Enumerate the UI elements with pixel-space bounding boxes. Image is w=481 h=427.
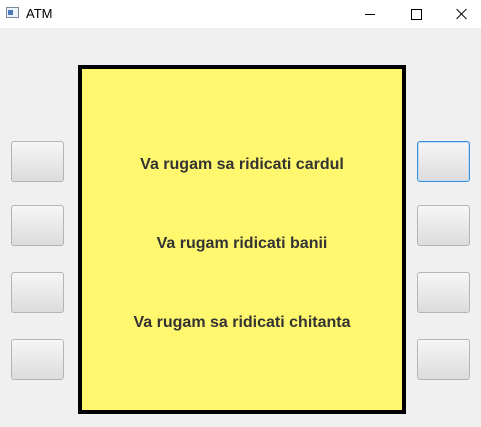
right-side-button-4[interactable]	[417, 339, 470, 380]
maximize-icon	[410, 8, 422, 20]
take-receipt-message: Va rugam sa ridicati chitanta	[133, 314, 351, 331]
take-money-message: Va rugam ridicati banii	[156, 235, 328, 252]
minimize-icon	[365, 13, 375, 15]
left-side-button-1[interactable]	[11, 141, 64, 182]
app-icon	[6, 7, 19, 18]
atm-screen: Va rugam sa ridicati cardul Va rugam rid…	[78, 65, 406, 414]
close-button[interactable]	[439, 0, 481, 28]
maximize-button[interactable]	[393, 0, 439, 28]
right-side-button-1[interactable]	[417, 141, 470, 182]
left-side-button-2[interactable]	[11, 205, 64, 246]
right-side-button-2[interactable]	[417, 205, 470, 246]
close-icon	[456, 8, 468, 20]
left-side-button-3[interactable]	[11, 272, 64, 313]
right-side-button-3[interactable]	[417, 272, 470, 313]
title-bar[interactable]: ATM	[0, 0, 481, 28]
remove-card-message: Va rugam sa ridicati cardul	[140, 156, 344, 173]
left-side-button-4[interactable]	[11, 339, 64, 380]
minimize-button[interactable]	[347, 0, 393, 28]
window-title: ATM	[26, 6, 53, 21]
